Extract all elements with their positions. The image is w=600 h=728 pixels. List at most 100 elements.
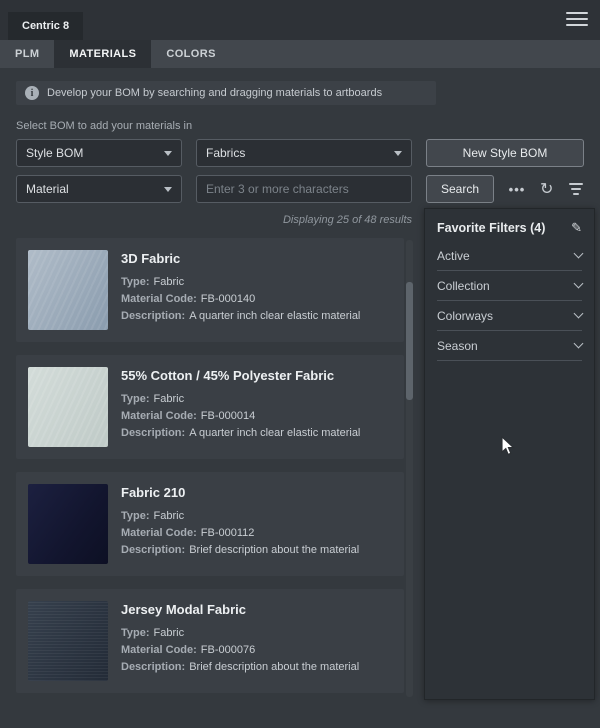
app-title-tab[interactable]: Centric 8 <box>8 12 84 40</box>
search-button[interactable]: Search <box>426 175 494 203</box>
material-code-value: FB-000014 <box>200 410 256 422</box>
material-type-row: Type: Fabric <box>121 391 360 408</box>
topbar: Centric 8 <box>0 0 600 40</box>
material-desc-label: Description: <box>121 427 186 439</box>
material-code-label: Material Code: <box>121 527 197 539</box>
materials-list: 3D Fabric Type: Fabric Material Code: FB-0… <box>16 238 404 693</box>
more-options-button[interactable]: ••• <box>509 182 526 197</box>
chevron-down-icon <box>164 186 172 192</box>
material-swatch <box>28 601 108 681</box>
material-type-label: Type: <box>121 510 150 522</box>
list-scrollbar[interactable] <box>406 240 413 697</box>
filter-section-label: Season <box>437 338 478 353</box>
material-type-label: Type: <box>121 276 150 288</box>
chevron-down-icon <box>573 308 584 319</box>
material-code-value: FB-000112 <box>200 527 255 539</box>
material-desc-label: Description: <box>121 310 186 322</box>
material-code-value: FB-000140 <box>200 293 256 305</box>
filters-panel-title: Favorite Filters (4) <box>437 221 546 235</box>
material-desc-row: Description: Brief description about the … <box>121 659 359 676</box>
material-type-label: Type: <box>121 393 150 405</box>
material-type-select[interactable]: Material <box>16 175 182 203</box>
filter-section-label: Collection <box>437 278 490 293</box>
app-window: { "app": { "title": "Centric 8" }, "tabs… <box>0 0 600 728</box>
material-desc-label: Description: <box>121 661 186 673</box>
bom-section-label: Select BOM to add your materials in <box>16 120 193 132</box>
material-desc-row: Description: Brief description about the … <box>121 542 359 559</box>
material-desc-row: Description: A quarter inch clear elastic… <box>121 308 360 325</box>
filters-panel: Favorite Filters (4) ✎ Active Collection… <box>424 208 595 700</box>
material-type-row: Type: Fabric <box>121 508 359 525</box>
tab-plm[interactable]: PLM <box>0 40 54 68</box>
material-type-row: Type: Fabric <box>121 274 360 291</box>
material-code-row: Material Code: FB-000112 <box>121 525 359 542</box>
nav-tabs: PLM MATERIALS COLORS <box>0 40 600 68</box>
results-count: Displaying 25 of 48 results <box>282 214 412 226</box>
material-card[interactable]: 55% Cotton / 45% Polyester Fabric Type: F… <box>16 355 404 459</box>
chevron-down-icon <box>573 278 584 289</box>
filter-section-label: Active <box>437 248 470 263</box>
material-swatch <box>28 484 108 564</box>
scrollbar-thumb[interactable] <box>406 282 413 400</box>
controls-row-1: Style BOM Fabrics New Style BOM <box>16 139 584 167</box>
filter-section-row[interactable]: Season <box>437 331 584 361</box>
material-swatch <box>28 250 108 330</box>
material-info: 55% Cotton / 45% Polyester Fabric Type: F… <box>121 367 360 447</box>
search-input[interactable] <box>196 175 412 203</box>
new-style-bom-button[interactable]: New Style BOM <box>426 139 584 167</box>
info-banner: i Develop your BOM by searching and drag… <box>16 81 436 105</box>
material-code-row: Material Code: FB-000140 <box>121 291 360 308</box>
filter-sections: Active Collection Colorways Season <box>437 241 584 361</box>
bom-select[interactable]: Style BOM <box>16 139 182 167</box>
material-card[interactable]: Jersey Modal Fabric Type: Fabric Material… <box>16 589 404 693</box>
filter-section-label: Colorways <box>437 308 494 323</box>
material-swatch <box>28 367 108 447</box>
material-desc-label: Description: <box>121 544 186 556</box>
material-code-label: Material Code: <box>121 644 197 656</box>
chevron-down-icon <box>573 338 584 349</box>
filter-section-row[interactable]: Active <box>437 241 584 271</box>
material-code-row: Material Code: FB-000014 <box>121 408 360 425</box>
material-type-label: Type: <box>121 627 150 639</box>
category-select-value: Fabrics <box>206 146 246 160</box>
tab-materials-label: MATERIALS <box>69 48 137 60</box>
edit-filters-button[interactable]: ✎ <box>571 220 582 236</box>
filter-section-row[interactable]: Colorways <box>437 301 584 331</box>
material-type-value: Fabric <box>153 276 185 288</box>
tab-materials[interactable]: MATERIALS <box>54 40 152 68</box>
material-type-value: Fabric <box>153 393 185 405</box>
material-desc-value: Brief description about the material <box>189 544 360 556</box>
material-desc-value: A quarter inch clear elastic material <box>189 427 361 439</box>
chevron-down-icon <box>394 150 402 156</box>
material-type-select-value: Material <box>26 182 69 196</box>
app-title: Centric 8 <box>22 20 70 32</box>
material-name: Jersey Modal Fabric <box>121 602 246 617</box>
refresh-button[interactable]: ↻ <box>540 179 553 199</box>
material-info: Jersey Modal Fabric Type: Fabric Material… <box>121 601 359 681</box>
material-desc-value: Brief description about the material <box>189 661 360 673</box>
material-info: 3D Fabric Type: Fabric Material Code: FB-0… <box>121 250 360 330</box>
material-card[interactable]: 3D Fabric Type: Fabric Material Code: FB-0… <box>16 238 404 342</box>
chevron-down-icon <box>164 150 172 156</box>
material-code-row: Material Code: FB-000076 <box>121 642 359 659</box>
material-type-row: Type: Fabric <box>121 625 359 642</box>
tab-plm-label: PLM <box>15 48 40 60</box>
filter-icon <box>568 183 584 195</box>
bom-select-value: Style BOM <box>26 146 84 160</box>
material-desc-row: Description: A quarter inch clear elastic… <box>121 425 360 442</box>
filter-section-row[interactable]: Collection <box>437 271 584 301</box>
material-code-value: FB-000076 <box>200 644 256 656</box>
tab-colors[interactable]: COLORS <box>151 40 230 68</box>
material-desc-value: A quarter inch clear elastic material <box>189 310 361 322</box>
material-card[interactable]: Fabric 210 Type: Fabric Material Code: FB-… <box>16 472 404 576</box>
filters-panel-header: Favorite Filters (4) ✎ <box>437 220 582 236</box>
material-name: 3D Fabric <box>121 251 181 266</box>
material-type-value: Fabric <box>153 510 185 522</box>
material-info: Fabric 210 Type: Fabric Material Code: FB-… <box>121 484 359 564</box>
tab-colors-label: COLORS <box>166 48 216 60</box>
controls-row-2: Material Search ••• ↻ <box>16 175 584 203</box>
hamburger-menu-button[interactable] <box>566 12 588 28</box>
filter-button[interactable] <box>568 183 584 195</box>
category-select[interactable]: Fabrics <box>196 139 412 167</box>
search-actions: Search ••• ↻ <box>426 175 584 203</box>
